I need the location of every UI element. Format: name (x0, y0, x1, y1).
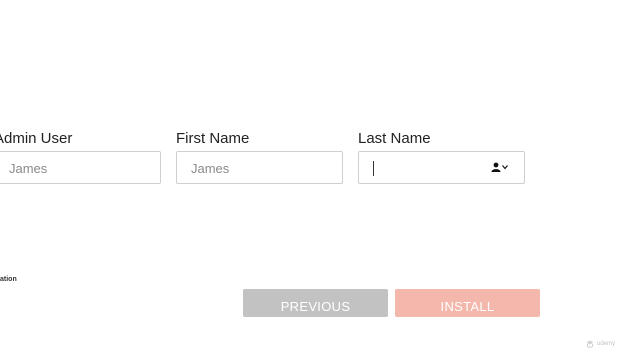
user-icon (491, 162, 501, 172)
first-name-value: James (191, 161, 230, 176)
truncated-label: ation (0, 276, 17, 283)
install-wizard-page: Admin User James First Name James Last N… (0, 0, 640, 360)
previous-button[interactable]: PREVIOUS (243, 289, 388, 317)
admin-user-input[interactable]: James (0, 151, 161, 184)
first-name-label: First Name (176, 130, 250, 147)
admin-user-label: Admin User (0, 130, 73, 147)
last-name-input[interactable] (358, 151, 525, 184)
last-name-label: Last Name (358, 130, 431, 147)
chevron-down-icon (502, 165, 508, 170)
install-button[interactable]: INSTALL (395, 289, 540, 317)
autofill-user-dropdown[interactable] (491, 162, 508, 172)
text-cursor (373, 161, 374, 176)
udemy-logo-icon (586, 340, 594, 348)
udemy-watermark: udemy (586, 340, 615, 348)
admin-user-value: James (9, 161, 48, 176)
first-name-input[interactable]: James (176, 151, 343, 184)
watermark-text: udemy (597, 341, 616, 347)
